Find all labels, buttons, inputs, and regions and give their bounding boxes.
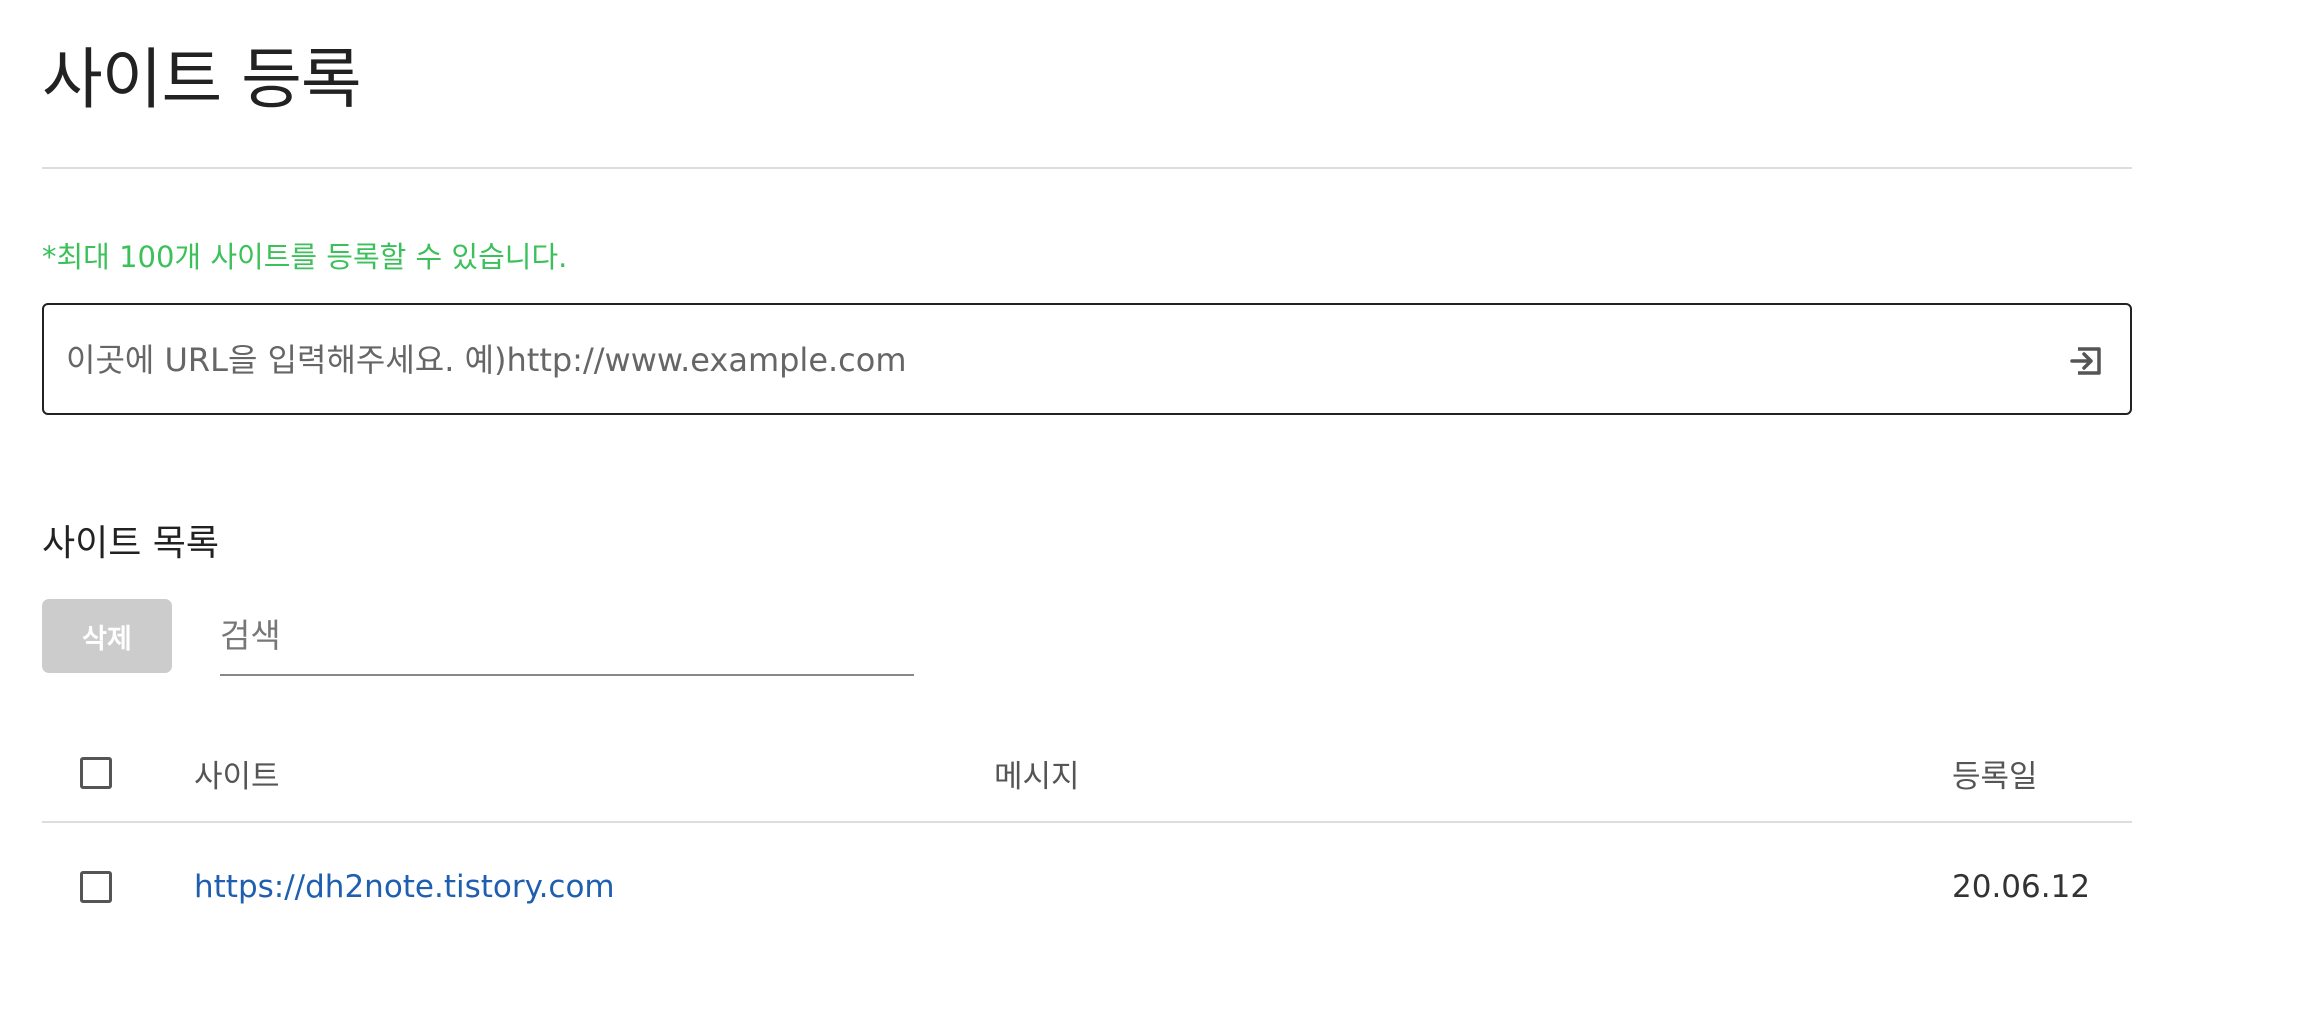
select-all-cell — [80, 725, 112, 821]
column-header-date: 등록일 — [1952, 758, 2038, 795]
site-link[interactable]: https://dh2note.tistory.com — [194, 869, 615, 905]
column-header-site: 사이트 — [194, 758, 280, 795]
row-checkbox[interactable] — [80, 870, 112, 903]
row-check-cell — [80, 839, 112, 934]
search-input[interactable] — [220, 600, 914, 670]
column-header-message: 메시지 — [994, 758, 1080, 795]
table-header-row: 사이트 메시지 등록일 — [42, 725, 2132, 823]
page-title: 사이트 등록 — [42, 41, 362, 118]
table-row: https://dh2note.tistory.com 20.06.12 — [42, 823, 2132, 918]
search-field — [220, 600, 914, 676]
site-registration-page: 사이트 등록 *최대 100개 사이트를 등록할 수 있습니다. 사이트 목록 … — [0, 0, 2312, 1012]
title-divider — [42, 167, 2132, 169]
url-input[interactable] — [64, 305, 2028, 415]
url-input-box — [42, 303, 2132, 415]
registered-date: 20.06.12 — [1952, 868, 2091, 905]
select-all-checkbox[interactable] — [80, 757, 112, 789]
limit-notice: *최대 100개 사이트를 등록할 수 있습니다. — [42, 240, 568, 274]
site-table: 사이트 메시지 등록일 https://dh2note.tistory.com … — [42, 725, 2132, 918]
delete-button[interactable]: 삭제 — [42, 599, 172, 673]
enter-arrow-icon[interactable] — [2066, 341, 2106, 381]
site-cell: https://dh2note.tistory.com — [194, 839, 615, 934]
site-list-title: 사이트 목록 — [42, 523, 220, 564]
